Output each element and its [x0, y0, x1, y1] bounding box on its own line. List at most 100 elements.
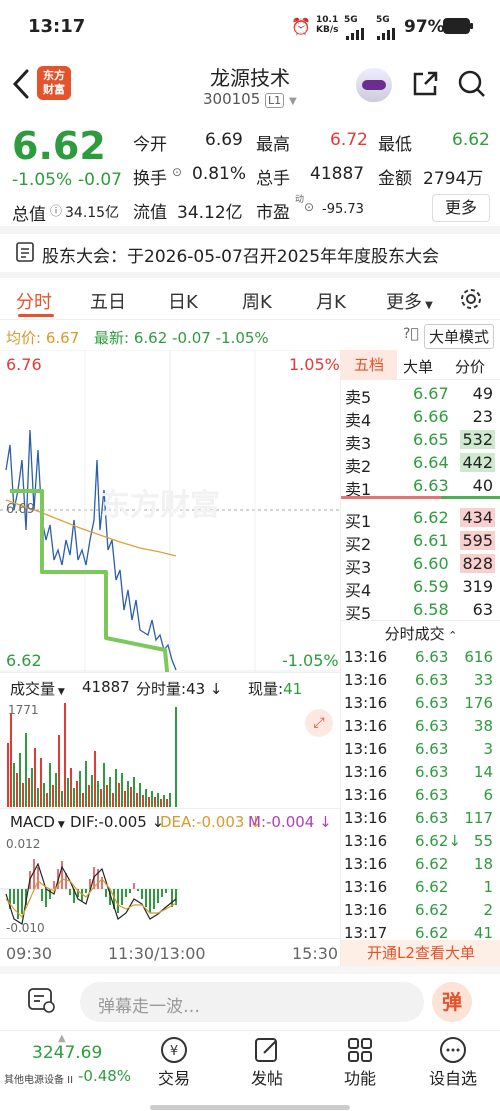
nav-functions[interactable]: 功能: [336, 1035, 384, 1089]
volume-label: 总手: [256, 169, 290, 189]
nav-add-watchlist-label: 设自选: [428, 1069, 477, 1088]
high-label: 最高: [256, 135, 290, 155]
tab-price-dist[interactable]: 分价: [455, 356, 485, 377]
trade-time: 13:16: [344, 740, 388, 758]
order-volume: 319: [462, 577, 493, 596]
danmu-input[interactable]: 弹幕走一波…: [80, 982, 424, 1022]
l2-upgrade-button[interactable]: 开通L2查看大单: [341, 940, 500, 966]
sell-order-row: 卖3 6.65 532: [341, 428, 497, 453]
index-name: 其他电源设备 II: [4, 1075, 74, 1086]
order-price: 6.60: [413, 554, 449, 573]
tab-big-order[interactable]: 大单: [403, 356, 433, 377]
quote-panel: 6.62 -1.05% -0.07 总值 ⓘ 34.15亿 今开 6.69 最高…: [0, 116, 500, 226]
help-icon[interactable]: ?⃝: [403, 326, 419, 342]
alarm-icon: ⏰: [291, 17, 311, 36]
order-volume: 23: [472, 407, 493, 426]
tab-5day[interactable]: 五日: [90, 288, 126, 314]
tab-five-level[interactable]: 五档: [341, 350, 397, 380]
turnover-label: 换手: [133, 169, 167, 189]
mid-price-label: 6.69: [6, 502, 35, 517]
order-price: 6.59: [413, 577, 449, 596]
order-price: 6.67: [413, 384, 449, 403]
trade-time: 13:16: [344, 832, 388, 850]
turnover-value: 0.81%: [192, 164, 247, 184]
nav-post[interactable]: 发帖: [243, 1035, 291, 1089]
tab-day-k[interactable]: 日K: [168, 288, 198, 314]
battery-icon: [443, 18, 473, 39]
volume-bars: [7, 703, 177, 807]
volume-panel[interactable]: 成交量 ▼ 41887 分时量:43 ↓ 现量:41 1771 ⤢: [0, 672, 340, 808]
search-icon[interactable]: [458, 70, 486, 98]
index-ticker[interactable]: ▲ 3247.69 其他电源设备 II -0.48%: [0, 1031, 131, 1101]
trade-time: 13:16: [344, 694, 388, 712]
top-pct-label: 1.05%: [289, 355, 340, 374]
big-order-mode-button[interactable]: 大单模式: [424, 324, 495, 349]
trade-price: 6.63: [415, 763, 449, 781]
order-price: 6.66: [413, 407, 449, 426]
trade-row: 13:16 6.63 176: [341, 692, 497, 715]
signal-icon-2: [377, 25, 399, 45]
intraday-chart[interactable]: 东方财富 6.76 1.05% 6.69 6.62 -1.05%: [0, 350, 340, 672]
trade-price: 6.62: [415, 855, 449, 873]
notice-text: 股东大会：于2026-05-07召开2025年年度股东大会: [42, 247, 440, 267]
order-price: 6.61: [413, 531, 449, 550]
trade-volume: 38: [473, 717, 493, 735]
buy-order-row: 买2 6.61 595: [341, 529, 497, 554]
trade-volume: 2: [483, 901, 493, 919]
change-value: -0.07: [78, 170, 122, 190]
pe-dynamic-sup: 动: [295, 195, 305, 205]
trade-volume: 18: [473, 855, 493, 873]
trade-time: 13:16: [344, 855, 388, 873]
trade-row: 13:16 6.63 6: [341, 784, 497, 807]
nav-trade[interactable]: ¥ 交易: [150, 1035, 198, 1089]
notice-icon: [16, 242, 34, 266]
nav-functions-label: 功能: [343, 1069, 376, 1088]
chart-tabs: 分时 五日 日K 周K 月K 更多 ▼: [0, 280, 500, 320]
trade-price: 6.63: [415, 671, 449, 689]
trade-row: 13:16 6.63 616: [341, 646, 497, 669]
trade-volume: 117: [464, 809, 493, 827]
order-volume: 49: [472, 384, 493, 403]
turnover-info-icon[interactable]: ⊙: [172, 165, 182, 179]
more-button[interactable]: 更多: [432, 194, 490, 222]
home-indicator: [150, 1105, 350, 1110]
status-bar: 13:17 ⏰ 10.1 KB/s 5G 5G 97%: [0, 0, 500, 56]
tab-month-k[interactable]: 月K: [316, 288, 346, 314]
trade-row: 13:16 6.63 33: [341, 669, 497, 692]
trade-volume: 14: [473, 763, 493, 781]
trade-time: 13:16: [344, 671, 388, 689]
nav-add-watchlist[interactable]: 设自选: [424, 1035, 482, 1089]
settings-gear-icon[interactable]: [458, 286, 484, 316]
sell-order-row: 卖5 6.67 49: [341, 382, 497, 407]
order-volume: 442: [460, 453, 495, 472]
nav-trade-label: 交易: [157, 1069, 190, 1088]
battery-level: 97%: [404, 17, 445, 37]
tab-week-k[interactable]: 周K: [242, 288, 272, 314]
order-book-panel: 五档 大单 分价 卖5 6.67 49 卖4 6.66 23 卖3 6.65 532 卖2 6.64…: [340, 350, 500, 966]
float-value: 34.12亿: [177, 203, 243, 223]
order-price: 6.58: [413, 600, 449, 619]
info-icon[interactable]: ⓘ: [50, 202, 62, 219]
danmu-settings-icon[interactable]: [28, 988, 56, 1018]
buy-order-row: 买5 6.58 63: [341, 598, 497, 623]
time-axis: 09:30 11:30/13:00 15:30: [0, 938, 340, 966]
trades-title[interactable]: 分时成交 ⌃: [341, 620, 500, 644]
trade-price: 6.63: [415, 786, 449, 804]
trade-time: 13:16: [344, 786, 388, 804]
tab-more[interactable]: 更多 ▼: [386, 288, 433, 314]
sell-order-row: 卖1 6.63 40: [341, 474, 497, 499]
macd-panel[interactable]: MACD ▼ DIF:-0.005 ↓ DEA:-0.003 ↓ M:-0.00…: [0, 808, 340, 938]
danmu-send-button[interactable]: 弹: [432, 982, 472, 1022]
divider: [0, 966, 500, 974]
bottom-nav: ▲ 3247.69 其他电源设备 II -0.48% ¥ 交易 发帖 功能 设自…: [0, 1030, 500, 1111]
tab-fenshi[interactable]: 分时: [16, 288, 52, 314]
notice-bar[interactable]: 股东大会：于2026-05-07召开2025年年度股东大会: [0, 234, 500, 272]
clock: 13:17: [28, 16, 86, 37]
order-price: 6.62: [413, 508, 449, 527]
divider: [0, 226, 500, 234]
pe-info-icon[interactable]: ⊙: [304, 200, 314, 214]
assistant-avatar[interactable]: [356, 68, 392, 102]
order-price: 6.65: [413, 430, 449, 449]
share-icon[interactable]: [411, 70, 439, 98]
edit-icon: [243, 1035, 291, 1065]
